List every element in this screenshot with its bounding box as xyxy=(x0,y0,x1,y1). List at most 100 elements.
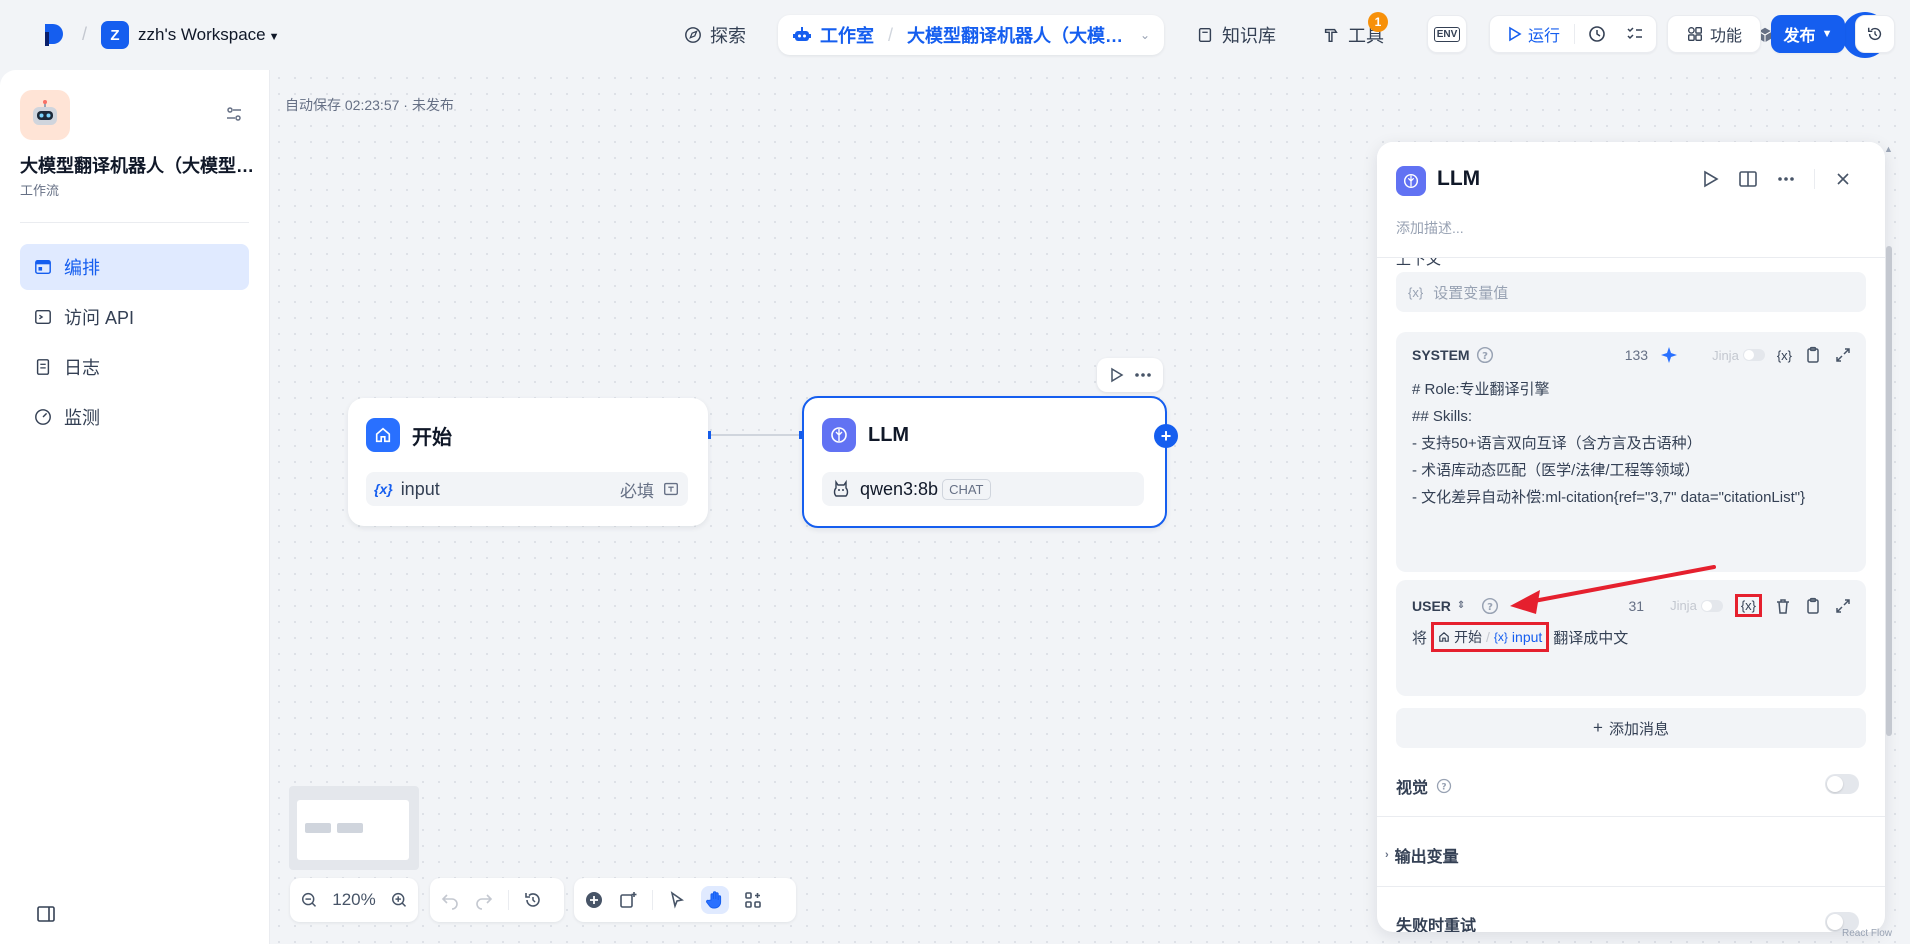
variable-reference-chip[interactable]: 开始 / {x} input xyxy=(1431,622,1550,652)
minimap[interactable] xyxy=(289,786,419,870)
help-icon[interactable]: ? xyxy=(1481,597,1499,615)
hand-tool[interactable] xyxy=(701,886,729,914)
vision-switch[interactable] xyxy=(1825,774,1859,794)
jinja-label: Jinja xyxy=(1712,347,1739,363)
user-role-selector[interactable]: USER ⇕ ? xyxy=(1412,597,1499,615)
insert-variable-icon[interactable]: {x} xyxy=(1777,348,1792,363)
nav-explore[interactable]: 探索 xyxy=(684,22,746,48)
workspace-switcher[interactable]: zzh's Workspace ▼ xyxy=(138,25,280,45)
dashboard-icon xyxy=(35,409,51,425)
panel-scrollbar[interactable]: ▲ xyxy=(1884,144,1894,930)
chevron-down-icon[interactable]: ⌄ xyxy=(1140,28,1150,42)
nav-knowledge[interactable]: 知识库 xyxy=(1196,22,1276,48)
pointer-icon[interactable] xyxy=(667,890,687,910)
run-button[interactable]: 运行 xyxy=(1506,22,1560,46)
robot-avatar-icon xyxy=(33,100,57,125)
scroll-up-icon[interactable]: ▲ xyxy=(1884,144,1893,154)
node-actions-toolbar xyxy=(1097,358,1163,392)
insert-variable-highlight: {x} xyxy=(1734,594,1762,617)
context-placeholder: 设置变量值 xyxy=(1433,284,1509,302)
start-node[interactable]: 开始 {x} input 必填 xyxy=(348,398,708,526)
minimap-node xyxy=(305,823,331,833)
system-prompt-text[interactable]: # Role:专业翻译引擎 ## Skills: - 支持50+语言双向互译（含… xyxy=(1412,376,1852,511)
sidebar-item-orchestrate[interactable]: 编排 xyxy=(20,244,249,290)
zoom-controls: 120% xyxy=(290,878,418,922)
jinja-toggle[interactable]: Jinja xyxy=(1712,348,1765,363)
llm-node[interactable]: LLM qwen3:8b CHAT xyxy=(802,396,1167,528)
help-icon[interactable]: ? xyxy=(1436,778,1452,794)
app-name: 大模型翻译机器人（大模型翻译机器人） xyxy=(20,156,256,176)
studio-breadcrumb[interactable]: 工作室 / 大模型翻译机器人（大模型翻译机器人） ⌄ xyxy=(778,15,1164,55)
add-note-icon[interactable] xyxy=(618,890,638,910)
redo-icon[interactable] xyxy=(474,890,494,910)
close-icon[interactable] xyxy=(1833,169,1853,189)
jinja-toggle[interactable]: Jinja xyxy=(1670,598,1723,613)
output-variables-section[interactable]: › 输出变量 xyxy=(1385,843,1459,867)
history-icon xyxy=(1867,27,1882,41)
sidebar-item-label: 监测 xyxy=(64,408,100,428)
sidebar-item-logs[interactable]: 日志 xyxy=(20,344,249,390)
more-icon[interactable] xyxy=(1776,169,1796,189)
sidebar-item-monitor[interactable]: 监测 xyxy=(20,394,249,440)
chevron-updown-icon: ⇕ xyxy=(1456,600,1466,611)
react-flow-attribution[interactable]: React Flow xyxy=(1842,928,1892,939)
add-node-icon[interactable] xyxy=(584,890,604,910)
expand-icon[interactable] xyxy=(1834,346,1852,364)
features-button[interactable]: 功能 xyxy=(1667,15,1761,53)
workspace-avatar[interactable]: Z xyxy=(101,21,129,49)
help-icon[interactable]: ? xyxy=(1476,346,1494,364)
sidebar-item-label: 日志 xyxy=(64,358,100,378)
zoom-level[interactable]: 120% xyxy=(332,890,375,910)
sidebar-item-api[interactable]: 访问 API xyxy=(20,294,249,340)
history-run-icon[interactable] xyxy=(1587,24,1607,44)
app-icon xyxy=(20,90,70,140)
panel-collapse-icon[interactable] xyxy=(36,904,56,924)
model-row[interactable]: qwen3:8b CHAT xyxy=(822,472,1144,506)
llama-icon xyxy=(833,479,849,497)
add-next-node-icon[interactable]: + xyxy=(1154,424,1178,448)
scrollbar-thumb[interactable] xyxy=(1886,246,1892,736)
history-icon[interactable] xyxy=(523,890,543,910)
clipboard-icon[interactable] xyxy=(1804,346,1822,364)
user-prompt-text[interactable]: 将 开始 / {x} input 翻译成中文 xyxy=(1412,622,1628,652)
zoom-in-icon[interactable] xyxy=(390,890,408,910)
checklist-icon[interactable] xyxy=(1625,24,1645,44)
version-history-button[interactable] xyxy=(1855,15,1895,53)
sparkle-icon[interactable] xyxy=(1660,346,1678,364)
node-edge[interactable] xyxy=(700,430,810,440)
system-message-box[interactable]: SYSTEM ? 133 Jinja {x} # Role:专业翻译引擎 ## … xyxy=(1396,332,1866,572)
model-name: qwen3:8b xyxy=(860,478,939,499)
insert-variable-icon[interactable]: {x} xyxy=(1739,598,1758,613)
nav-studio[interactable]: 工作室 xyxy=(792,22,874,48)
sidebar-menu: 编排 访问 API 日志 监测 xyxy=(20,244,249,444)
user-message-box[interactable]: USER ⇕ ? 31 Jinja {x} 将 开始 / {x} input 翻… xyxy=(1396,580,1866,696)
add-message-button[interactable]: + 添加消息 xyxy=(1396,708,1866,748)
book-open-icon[interactable] xyxy=(1738,169,1758,189)
play-icon[interactable] xyxy=(1700,169,1720,189)
jinja-label: Jinja xyxy=(1670,598,1697,613)
undo-icon[interactable] xyxy=(440,890,460,910)
dify-logo-icon[interactable] xyxy=(42,22,66,48)
book-icon xyxy=(1198,27,1212,43)
nav-explore-label: 探索 xyxy=(710,26,746,46)
trash-icon[interactable] xyxy=(1774,597,1792,615)
output-variables-label: 输出变量 xyxy=(1394,849,1459,866)
start-node-header: 开始 xyxy=(366,418,452,452)
publish-button[interactable]: 发布 ▼ xyxy=(1771,15,1845,53)
start-node-title: 开始 xyxy=(412,426,452,449)
system-char-count: 133 xyxy=(1624,347,1649,363)
terminal-icon xyxy=(35,309,51,325)
start-variable-row[interactable]: {x} input 必填 xyxy=(366,472,688,506)
start-variable-name: input xyxy=(400,478,440,499)
organize-icon[interactable] xyxy=(743,890,763,910)
play-icon xyxy=(1509,26,1522,42)
more-icon[interactable] xyxy=(1134,367,1152,383)
env-button[interactable]: ENV xyxy=(1427,15,1467,53)
zoom-out-icon[interactable] xyxy=(300,890,318,910)
clipboard-icon[interactable] xyxy=(1804,597,1822,615)
context-variable-input[interactable]: {x} 设置变量值 xyxy=(1396,272,1866,312)
description-input[interactable]: 添加描述... xyxy=(1396,218,1464,238)
expand-icon[interactable] xyxy=(1834,597,1852,615)
sliders-icon[interactable] xyxy=(224,104,244,124)
play-icon[interactable] xyxy=(1108,367,1124,383)
